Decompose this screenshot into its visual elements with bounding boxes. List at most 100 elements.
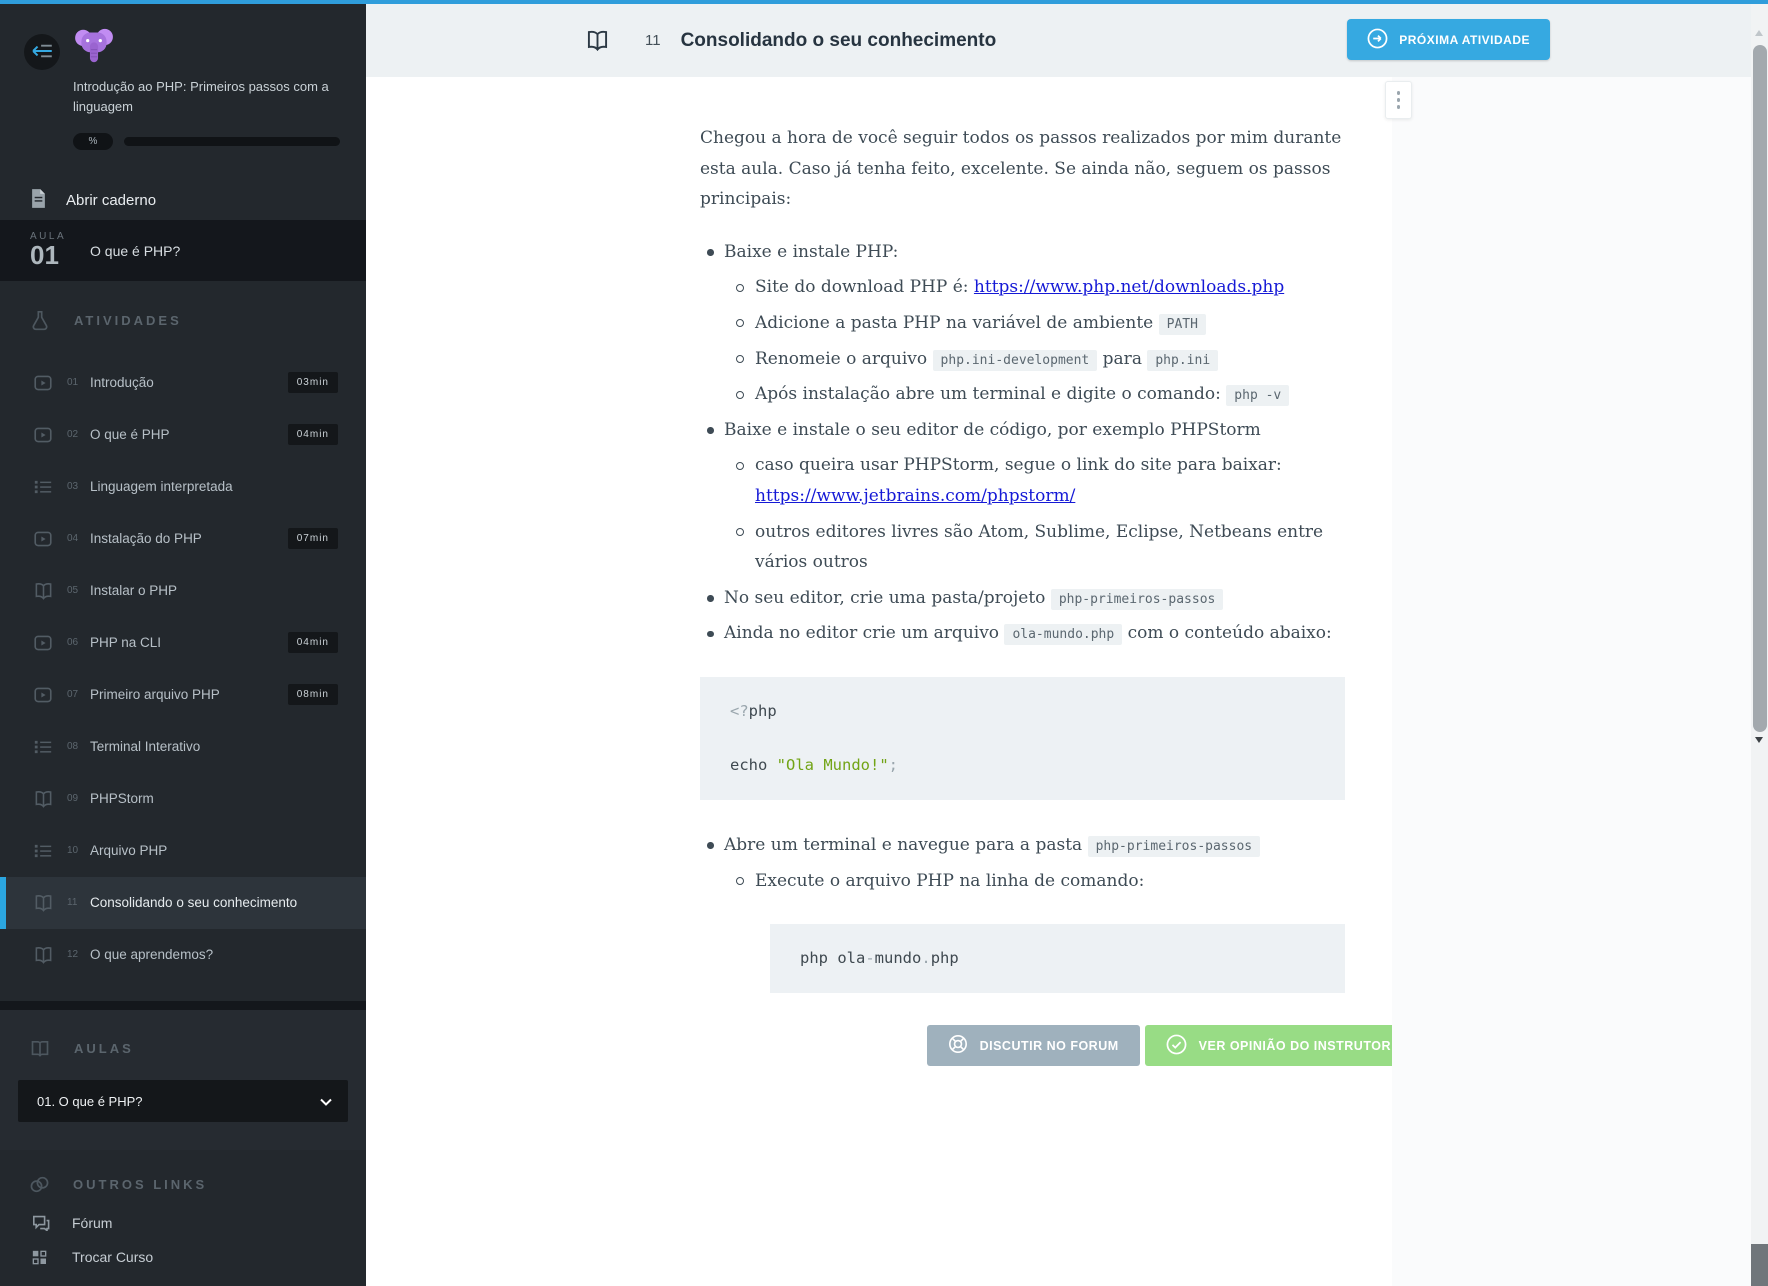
code-token: - (865, 949, 874, 967)
instructor-opinion-button[interactable]: VER OPINIÃO DO INSTRUTOR (1145, 1025, 1412, 1066)
aulas-header-label: AULAS (74, 1041, 134, 1056)
activity-label: Arquivo PHP (90, 843, 366, 858)
open-notebook-button[interactable]: Abrir caderno (24, 180, 340, 220)
activity-item-07[interactable]: 07Primeiro arquivo PHP08min (0, 669, 366, 721)
course-title: Introdução ao PHP: Primeiros passos com … (73, 77, 340, 117)
code-token: mundo (875, 949, 922, 967)
activity-item-02[interactable]: 02O que é PHP04min (0, 409, 366, 461)
activity-number: 11 (67, 897, 84, 908)
activity-number: 05 (67, 585, 84, 596)
lesson-book-icon (586, 30, 609, 51)
next-activity-button[interactable]: PRÓXIMA ATIVIDADE (1347, 19, 1550, 60)
code-block-run-command: php ola-mundo.php (770, 924, 1345, 993)
lesson-select-dropdown[interactable]: 01. O que é PHP? (18, 1080, 348, 1122)
activity-number: 11 (645, 32, 661, 49)
video-icon (34, 634, 54, 652)
activity-duration-badge: 07min (288, 528, 338, 549)
book-icon (34, 946, 54, 964)
sidebar-link-trocar-curso[interactable]: Trocar Curso (0, 1240, 366, 1274)
book-icon (34, 790, 54, 808)
course-progress-bar (124, 137, 340, 146)
other-links-header-label: OUTROS LINKS (73, 1177, 207, 1192)
other-links-section: OUTROS LINKS Fórum Trocar Curso (0, 1150, 366, 1286)
activity-item-01[interactable]: 01Introdução03min (0, 357, 366, 409)
code-block-php-hello: <?php echo "Ola Mundo!"; (700, 677, 1345, 800)
activity-duration-badge: 04min (288, 424, 338, 445)
list-item: No seu editor, crie uma pasta/projeto ph… (700, 583, 1345, 614)
list-icon (34, 478, 54, 496)
video-icon (34, 374, 54, 392)
inline-code: PATH (1159, 314, 1206, 335)
activity-item-05[interactable]: 05 Instalar o PHP (0, 565, 366, 617)
current-lesson-banner[interactable]: AULA 01 O que é PHP? (0, 220, 366, 281)
list-icon (34, 842, 54, 860)
activity-number: 04 (67, 533, 84, 544)
activity-label: O que aprendemos? (90, 947, 366, 962)
list-item: Baixe e instale PHP: (700, 237, 1345, 268)
sidebar-link-forum[interactable]: Fórum (0, 1206, 366, 1240)
steps-list-2: Abre um terminal e navegue para a pasta … (700, 830, 1345, 896)
check-circle-icon (1166, 1034, 1187, 1058)
page-scrollbar[interactable] (1751, 4, 1768, 1286)
activity-number: 12 (67, 949, 84, 960)
code-token: ; (889, 756, 898, 774)
sidebar-link-label: Trocar Curso (72, 1249, 153, 1265)
list-icon (34, 738, 54, 756)
course-progress: % (73, 133, 340, 150)
activity-number: 03 (67, 481, 84, 492)
list-item: Baixe e instale o seu editor de código, … (700, 415, 1345, 446)
chevron-down-icon (320, 1094, 332, 1109)
chat-icon (32, 1215, 50, 1231)
external-link[interactable]: https://www.jetbrains.com/phpstorm/ (755, 486, 1075, 506)
scrollbar-bottom-segment (1751, 1244, 1768, 1286)
list-item: Execute o arquivo PHP na linha de comand… (700, 866, 1345, 897)
activity-item-06[interactable]: 06PHP na CLI04min (0, 617, 366, 669)
external-link[interactable]: https://www.php.net/downloads.php (974, 277, 1284, 297)
activities-header: ATIVIDADES (0, 299, 366, 343)
lesson-number: 01 (30, 242, 78, 269)
scroll-down-arrow-icon[interactable] (1755, 737, 1763, 743)
activity-number: 07 (67, 689, 84, 700)
notebook-icon (30, 188, 47, 213)
code-token: php (749, 702, 777, 720)
collapse-arrow-icon (31, 43, 53, 62)
book-icon (34, 894, 54, 912)
activity-item-10[interactable]: 10 Arquivo PHP (0, 825, 366, 877)
activity-duration-badge: 04min (288, 632, 338, 653)
options-menu-button[interactable] (1385, 81, 1412, 119)
activity-label: Introdução (90, 375, 288, 390)
activity-label: Linguagem interpretada (90, 479, 366, 494)
scroll-up-arrow-icon[interactable] (1755, 30, 1763, 36)
activity-label: Terminal Interativo (90, 739, 366, 754)
list-item: Site do download PHP é: https://www.php.… (700, 272, 1345, 303)
collapse-sidebar-button[interactable] (24, 34, 60, 70)
activity-number: 09 (67, 793, 84, 804)
scrollbar-thumb[interactable] (1753, 45, 1767, 732)
activity-label: Instalação do PHP (90, 531, 288, 546)
discuss-forum-button[interactable]: DISCUTIR NO FORUM (927, 1025, 1140, 1066)
lifebuoy-icon (948, 1034, 968, 1057)
flask-icon (30, 310, 50, 332)
list-item: Renomeie o arquivo php.ini-development p… (700, 344, 1345, 375)
activity-number: 10 (67, 845, 84, 856)
intro-paragraph: Chegou a hora de você seguir todos os pa… (700, 123, 1345, 215)
activity-label: Instalar o PHP (90, 583, 366, 598)
inline-code: php.ini (1147, 350, 1218, 371)
inline-code: ola-mundo.php (1004, 624, 1122, 645)
link-icon (30, 1176, 49, 1193)
activity-label: PHPStorm (90, 791, 366, 806)
instructor-opinion-label: VER OPINIÃO DO INSTRUTOR (1199, 1039, 1391, 1053)
lesson-header: 11 Consolidando o seu conhecimento PRÓXI… (366, 4, 1768, 77)
activity-item-03[interactable]: 03 Linguagem interpretada (0, 461, 366, 513)
section-divider (0, 1001, 366, 1010)
activity-number: 08 (67, 741, 84, 752)
sidebar-link-label: Fórum (72, 1215, 112, 1231)
video-icon (34, 530, 54, 548)
activity-item-08[interactable]: 08 Terminal Interativo (0, 721, 366, 773)
next-activity-label: PRÓXIMA ATIVIDADE (1399, 33, 1530, 47)
activity-item-04[interactable]: 04 Instalação do PHP07min (0, 513, 366, 565)
activity-item-12[interactable]: 12 O que aprendemos? (0, 929, 366, 981)
activity-item-09[interactable]: 09 PHPStorm (0, 773, 366, 825)
activity-item-11[interactable]: 11Consolidando o seu conhecimento (0, 877, 366, 929)
list-item: Após instalação abre um terminal e digit… (700, 379, 1345, 410)
